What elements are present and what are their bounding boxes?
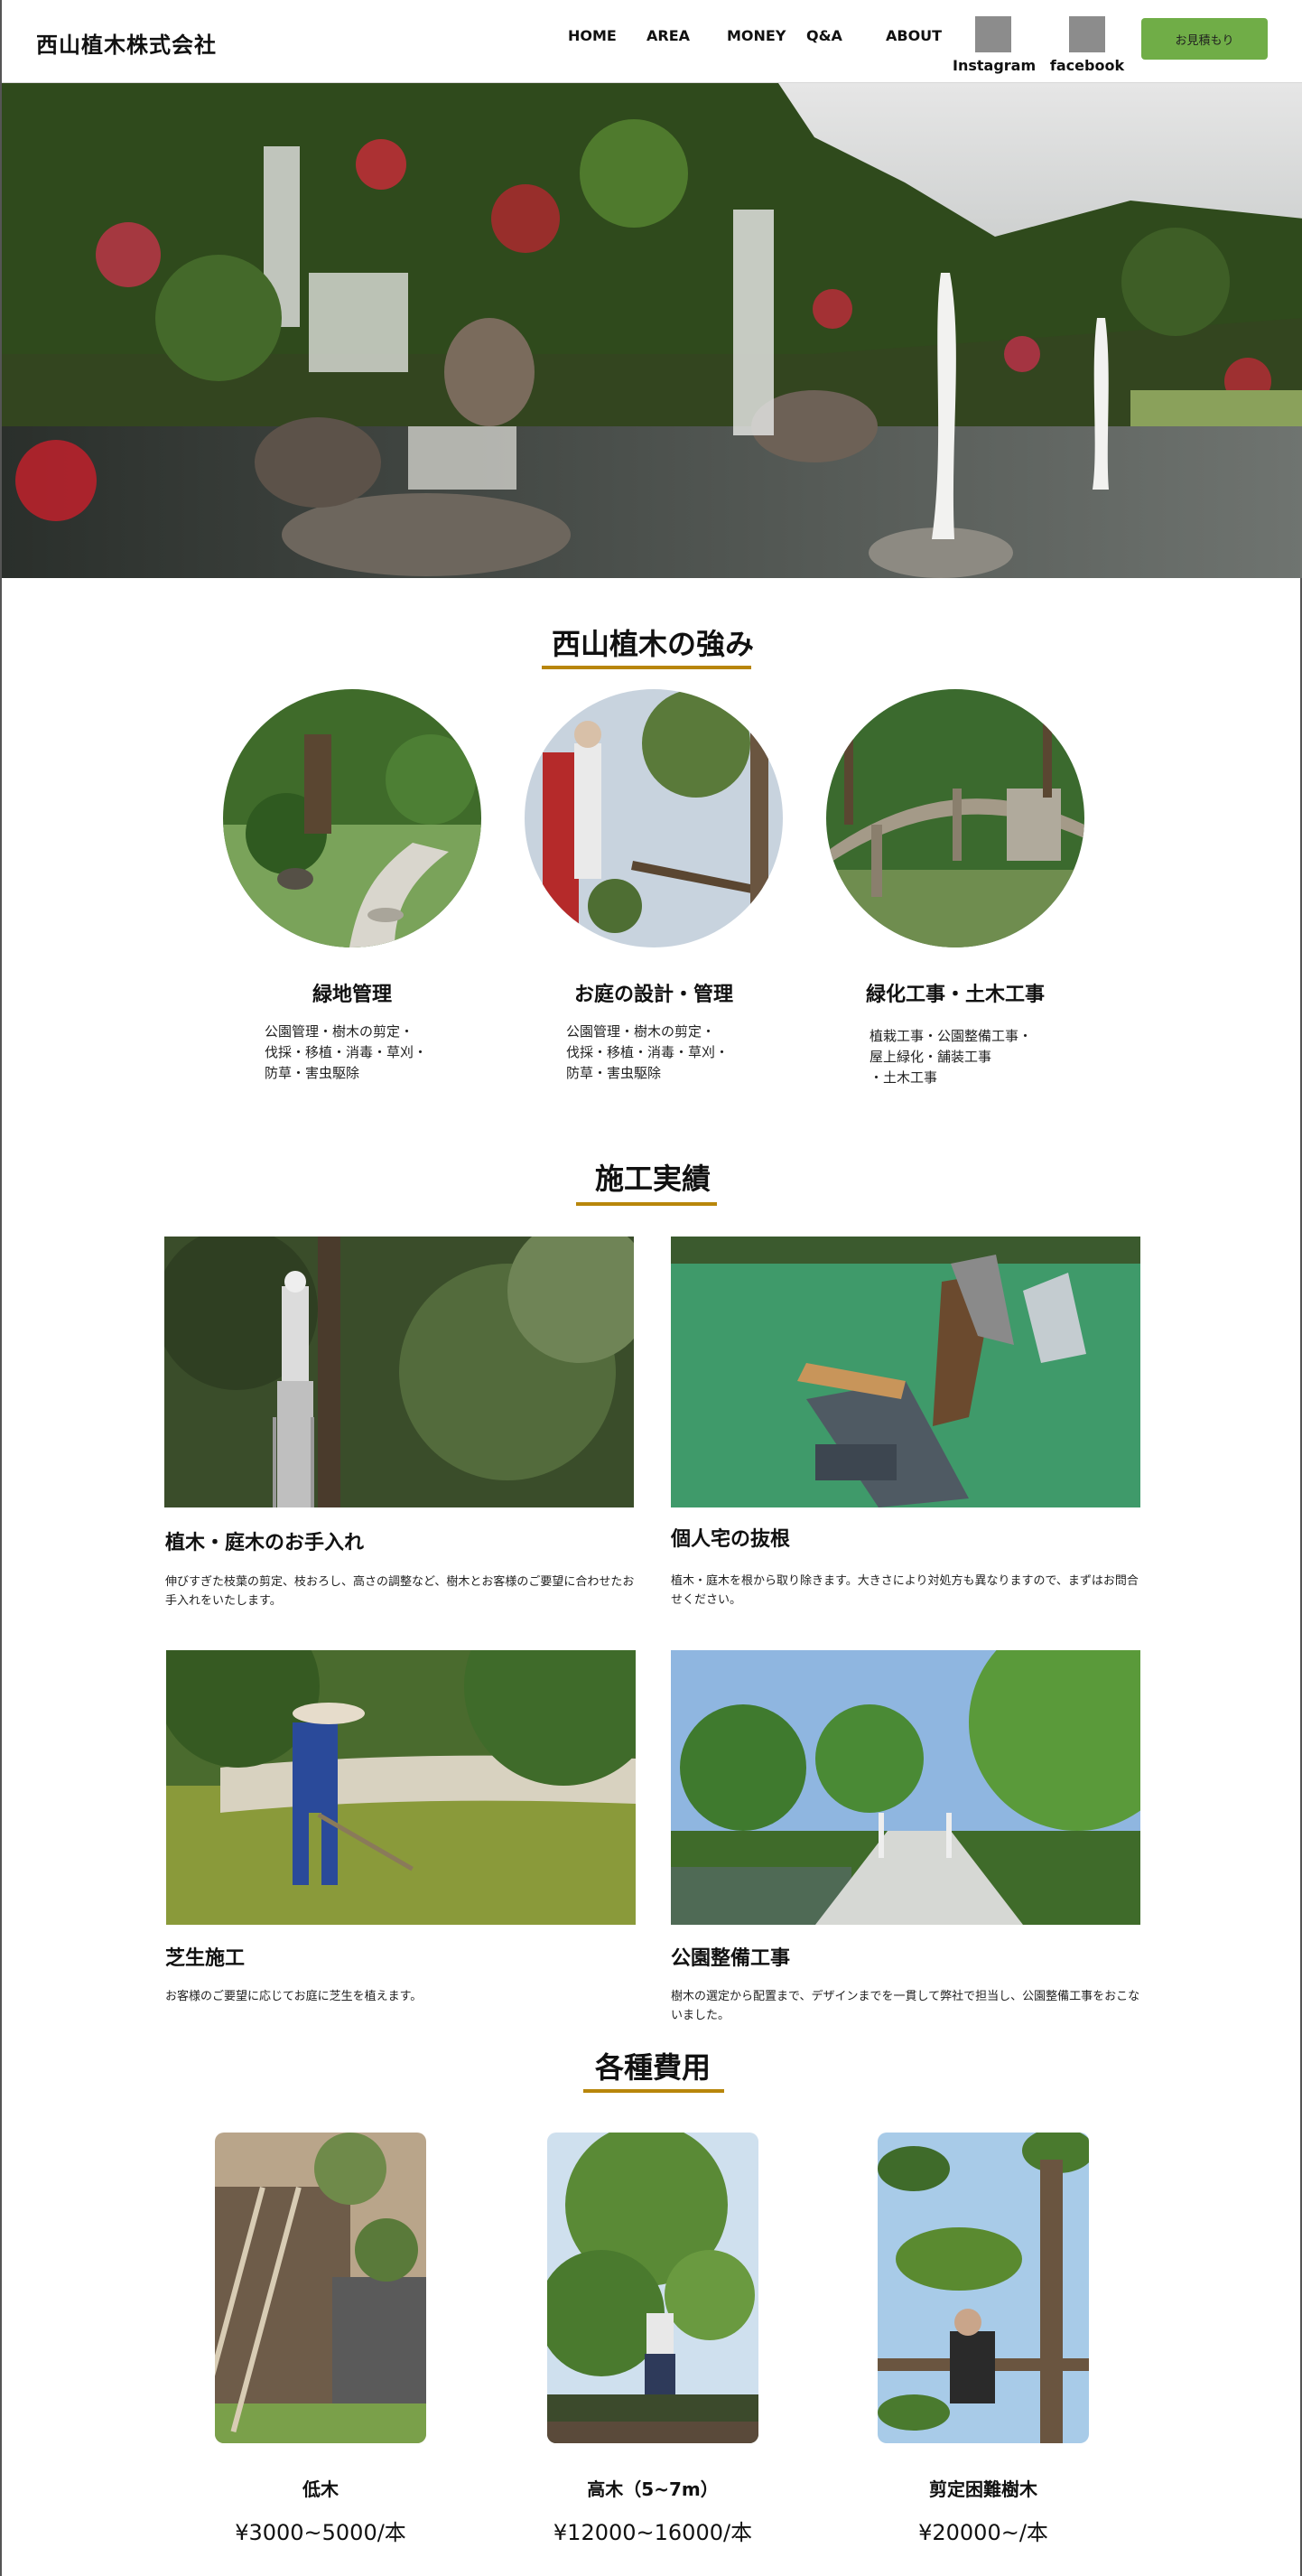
cost-image-shrub	[215, 2133, 426, 2443]
cost-image-difficult-tree	[878, 2133, 1089, 2443]
nav-qa[interactable]: Q&A	[806, 27, 842, 44]
strength-image-landscaping	[826, 689, 1084, 947]
instagram-link[interactable]: Instagram	[953, 16, 1037, 74]
strength-desc-line: 防草・害虫駆除	[265, 1065, 360, 1081]
strength-desc-garden-design: 公園管理・樹木の剪定・ 伐採・移植・消毒・草刈・ 防草・害虫駆除	[566, 1022, 729, 1084]
works-underline	[576, 1202, 717, 1206]
strength-desc-landscaping: 植栽工事・公園整備工事・ 屋上緑化・舗装工事 ・土木工事	[870, 1026, 1032, 1088]
waterfall-garden-photo	[2, 83, 1302, 578]
work-desc-park: 樹木の選定から配置まで、デザインまでを一貫して弊社で担当し、公園整備工事をおこな…	[671, 1990, 1140, 2022]
strength-desc-line: 公園管理・樹木の剪定・	[566, 1023, 716, 1040]
hero-image	[2, 83, 1302, 578]
cost-price-difficult-tree: ¥20000~/本	[918, 2520, 1048, 2545]
strength-desc-line: 屋上緑化・舗装工事	[870, 1049, 992, 1065]
strength-desc-green-management: 公園管理・樹木の剪定・ 伐採・移植・消毒・草刈・ 防草・害虫駆除	[265, 1022, 427, 1084]
work-image-stump-removal	[671, 1237, 1140, 1507]
nav-about[interactable]: ABOUT	[886, 27, 942, 44]
work-image-park	[671, 1650, 1140, 1925]
strength-desc-line: 植栽工事・公園整備工事・	[870, 1028, 1033, 1044]
strengths-title: 西山植木の強み	[551, 627, 754, 661]
instagram-icon	[975, 16, 1011, 52]
cost-price-shrub: ¥3000~5000/本	[235, 2520, 406, 2545]
works-title: 施工実績	[594, 1162, 711, 1196]
facebook-link[interactable]: facebook	[1046, 16, 1128, 74]
cost-price-tall-tree: ¥12000~16000/本	[553, 2520, 753, 2545]
facebook-label: facebook	[1049, 57, 1125, 74]
strength-name-landscaping: 緑化工事・土木工事	[865, 984, 1045, 1006]
cost-name-tall-tree: 高木（5~7m）	[587, 2478, 719, 2500]
strength-desc-line: 伐採・移植・消毒・草刈・	[566, 1044, 730, 1060]
work-title-lawn: 芝生施工	[165, 1947, 246, 1970]
strength-desc-line: ・土木工事	[870, 1069, 938, 1086]
nav-home[interactable]: HOME	[568, 27, 617, 44]
strengths-underline	[542, 666, 751, 669]
strength-image-green-management	[223, 689, 481, 947]
work-title-stump-removal: 個人宅の抜根	[671, 1528, 791, 1551]
facebook-icon	[1069, 16, 1105, 52]
instagram-label: Instagram	[953, 57, 1037, 74]
cost-image-tall-tree	[547, 2133, 758, 2443]
site-header: 西山植木株式会社 HOME AREA MONEY Q&A ABOUT Insta…	[2, 0, 1302, 83]
strength-desc-line: 公園管理・樹木の剪定・	[265, 1023, 414, 1040]
work-title-park: 公園整備工事	[671, 1947, 791, 1970]
work-image-lawn	[166, 1650, 636, 1925]
costs-underline	[583, 2089, 724, 2093]
work-desc-stump-removal: 植木・庭木を根から取り除きます。大きさにより対処方も異なりますので、まずはお問合…	[671, 1574, 1139, 1607]
estimate-button[interactable]: お見積もり	[1141, 18, 1268, 60]
work-desc-lawn: お客様のご要望に応じてお庭に芝生を植えます。	[165, 1990, 423, 2003]
strength-name-green-management: 緑地管理	[312, 984, 392, 1006]
cost-name-difficult-tree: 剪定困難樹木	[929, 2478, 1037, 2500]
strength-desc-line: 防草・害虫駆除	[566, 1065, 662, 1081]
work-desc-tree-care: 伸びすぎた枝葉の剪定、枝おろし、高さの調整など、樹木とお客様のご要望に合わせたお…	[165, 1575, 635, 1608]
site-logo[interactable]: 西山植木株式会社	[36, 27, 217, 59]
costs-title: 各種費用	[594, 2050, 711, 2085]
work-image-tree-care	[164, 1237, 634, 1507]
nav-area[interactable]: AREA	[646, 27, 690, 44]
strength-image-garden-design	[525, 689, 783, 947]
cost-name-shrub: 低木	[302, 2478, 339, 2500]
strength-desc-line: 伐採・移植・消毒・草刈・	[265, 1044, 428, 1060]
nav-money[interactable]: MONEY	[727, 27, 786, 44]
strength-name-garden-design: お庭の設計・管理	[573, 984, 733, 1006]
work-title-tree-care: 植木・庭木のお手入れ	[165, 1532, 365, 1554]
